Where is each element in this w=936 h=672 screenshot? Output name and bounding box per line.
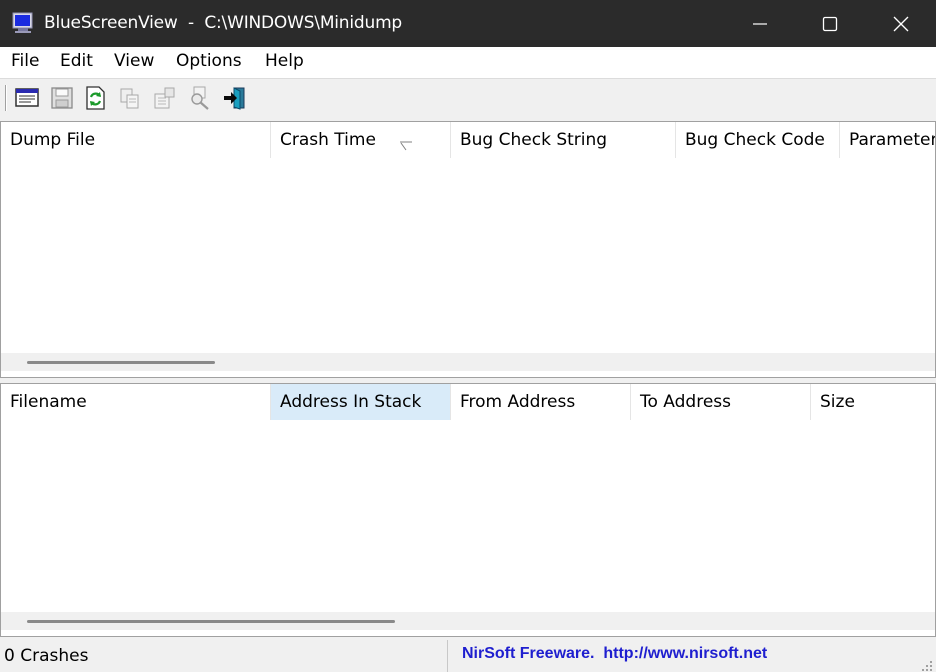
column-label: Bug Check String: [460, 130, 608, 150]
column-from-address[interactable]: From Address: [451, 384, 631, 420]
copy-button[interactable]: [117, 85, 143, 111]
resize-grip-icon[interactable]: [921, 657, 933, 671]
close-button[interactable]: [866, 0, 936, 47]
save-button[interactable]: [49, 85, 75, 111]
column-filename[interactable]: Filename: [1, 384, 271, 420]
refresh-button[interactable]: [82, 85, 108, 111]
status-count-panel: 0 Crashes: [0, 640, 448, 672]
column-dump-file[interactable]: Dump File: [1, 122, 271, 158]
find-button[interactable]: [187, 85, 213, 111]
column-label: To Address: [640, 392, 732, 412]
menu-file[interactable]: File: [9, 51, 41, 71]
menu-help[interactable]: Help: [263, 51, 306, 71]
maximize-button[interactable]: [795, 0, 865, 47]
column-label: Bug Check Code: [685, 130, 825, 150]
column-size[interactable]: Size: [811, 384, 935, 420]
properties-button[interactable]: [152, 85, 178, 111]
scrollbar-thumb[interactable]: [27, 620, 395, 623]
exit-button[interactable]: [222, 85, 248, 111]
column-parameter-1[interactable]: Parameter 1: [840, 122, 935, 158]
menu-options[interactable]: Options: [174, 51, 244, 71]
crash-count: 0 Crashes: [4, 646, 89, 666]
window-title: BlueScreenView - C:\WINDOWS\Minidump: [44, 13, 403, 33]
column-label: Size: [820, 392, 855, 412]
column-bug-check-string[interactable]: Bug Check String: [451, 122, 676, 158]
column-label: Crash Time: [280, 130, 376, 150]
minimize-button[interactable]: [725, 0, 795, 47]
nirsoft-link[interactable]: NirSoft Freeware. http://www.nirsoft.net: [462, 645, 767, 663]
sort-descending-icon: [399, 136, 413, 156]
menu-bar: File Edit View Options Help: [0, 47, 936, 78]
driver-list-horizontal-scrollbar[interactable]: [1, 612, 935, 630]
toolbar: [0, 78, 936, 118]
column-label: Parameter 1: [849, 130, 935, 150]
column-label: From Address: [460, 392, 576, 412]
menu-edit[interactable]: Edit: [58, 51, 95, 71]
status-bar: 0 Crashes NirSoft Freeware. http://www.n…: [0, 640, 936, 672]
scrollbar-thumb[interactable]: [27, 361, 215, 364]
toolbar-grip[interactable]: [5, 85, 7, 111]
title-bar: BlueScreenView - C:\WINDOWS\Minidump: [0, 0, 936, 47]
driver-list-header: Filename Address In Stack From Address T…: [1, 384, 935, 421]
column-label: Address In Stack: [280, 392, 422, 412]
bluescreenview-app-icon[interactable]: [11, 11, 35, 35]
column-address-in-stack[interactable]: Address In Stack: [271, 384, 451, 420]
column-label: Dump File: [10, 130, 96, 150]
crash-list[interactable]: Dump File Crash Time Bug Check String Bu…: [0, 121, 936, 378]
driver-list[interactable]: Filename Address In Stack From Address T…: [0, 383, 936, 637]
column-label: Filename: [10, 392, 87, 412]
column-to-address[interactable]: To Address: [631, 384, 811, 420]
crash-list-header: Dump File Crash Time Bug Check String Bu…: [1, 122, 935, 159]
column-bug-check-code[interactable]: Bug Check Code: [676, 122, 840, 158]
html-report-button[interactable]: [14, 85, 40, 111]
menu-view[interactable]: View: [112, 51, 156, 71]
crash-list-horizontal-scrollbar[interactable]: [1, 353, 935, 371]
column-crash-time[interactable]: Crash Time: [271, 122, 451, 158]
